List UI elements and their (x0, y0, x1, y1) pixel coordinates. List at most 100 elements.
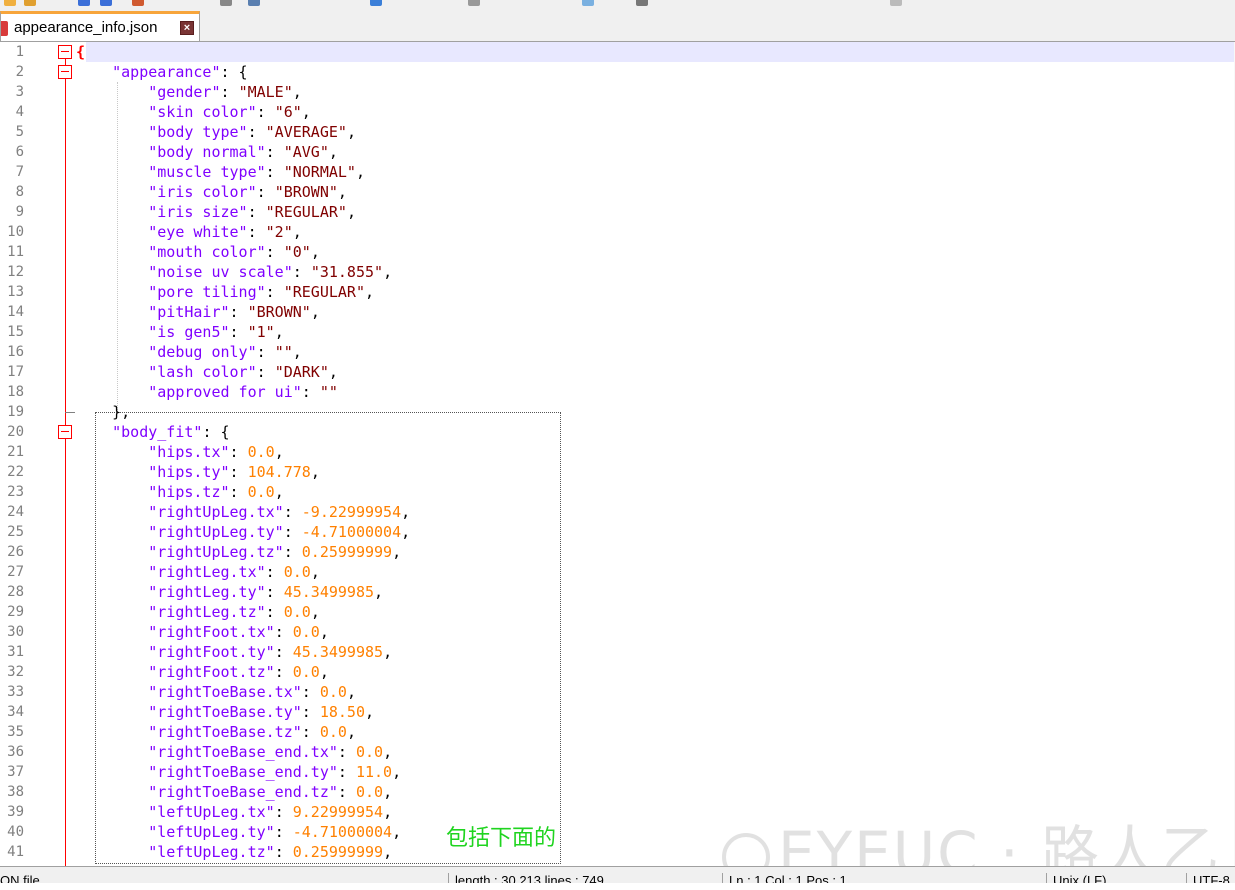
json-punct (76, 343, 148, 361)
code-line[interactable]: 9 "iris size": "REGULAR", (0, 202, 1235, 222)
code-line[interactable]: 34 "rightToeBase.ty": 18.50, (0, 702, 1235, 722)
code-line[interactable]: 28 "rightLeg.ty": 45.3499985, (0, 582, 1235, 602)
code-line[interactable]: 3 "gender": "MALE", (0, 82, 1235, 102)
code-line[interactable]: 19 }, (0, 402, 1235, 422)
json-punct (76, 63, 112, 81)
json-punct: , (346, 203, 356, 221)
code-line[interactable]: 15 "is gen5": "1", (0, 322, 1235, 342)
json-key: "rightFoot.tx" (148, 623, 275, 641)
json-string: "1" (247, 323, 275, 341)
open-file-icon[interactable] (24, 0, 36, 6)
code-line[interactable]: 26 "rightUpLeg.tz": 0.25999999, (0, 542, 1235, 562)
json-number: 45.3499985 (292, 643, 384, 661)
code-line[interactable]: 36 "rightToeBase_end.tx": 0.0, (0, 742, 1235, 762)
zoom-icon[interactable] (468, 0, 480, 6)
code-line[interactable]: 38 "rightToeBase_end.tz": 0.0, (0, 782, 1235, 802)
editor-area[interactable]: 1{2 "appearance": {3 "gender": "MALE", 4 … (0, 42, 1235, 866)
code-line[interactable]: 20 "body_fit": { (0, 422, 1235, 442)
line-number: 28 (7, 584, 24, 600)
code-line[interactable]: 1{ (0, 42, 1235, 62)
json-punct: , (310, 603, 320, 621)
json-key: "pitHair" (148, 303, 230, 321)
code-line[interactable]: 37 "rightToeBase_end.ty": 11.0, (0, 762, 1235, 782)
new-file-icon[interactable] (4, 0, 16, 6)
code-line[interactable]: 16 "debug only": "", (0, 342, 1235, 362)
wrap-icon[interactable] (582, 0, 594, 6)
json-punct (76, 263, 148, 281)
code-line[interactable]: 29 "rightLeg.tz": 0.0, (0, 602, 1235, 622)
code-line[interactable]: 35 "rightToeBase.tz": 0.0, (0, 722, 1235, 742)
code-line[interactable]: 2 "appearance": { (0, 62, 1235, 82)
save-icon[interactable] (78, 0, 90, 6)
code-line[interactable]: 8 "iris color": "BROWN", (0, 182, 1235, 202)
json-punct: , (319, 623, 329, 641)
code-line[interactable]: 4 "skin color": "6", (0, 102, 1235, 122)
print-icon[interactable] (220, 0, 232, 6)
json-punct: : (256, 363, 275, 381)
code-line[interactable]: 32 "rightFoot.tz": 0.0, (0, 662, 1235, 682)
close-file-icon[interactable] (132, 0, 144, 6)
line-number: 14 (7, 304, 24, 320)
code-line[interactable]: 21 "hips.tx": 0.0, (0, 442, 1235, 462)
json-key: "rightUpLeg.tz" (148, 543, 284, 561)
line-number: 7 (15, 164, 24, 180)
code-line[interactable]: 7 "muscle type": "NORMAL", (0, 162, 1235, 182)
json-punct (76, 843, 148, 861)
code-line[interactable]: 13 "pore tiling": "REGULAR", (0, 282, 1235, 302)
line-code: "skin color": "6", (76, 102, 311, 122)
json-key: "mouth color" (148, 243, 266, 261)
json-punct: , (328, 143, 338, 161)
code-line[interactable]: 24 "rightUpLeg.tx": -9.22999954, (0, 502, 1235, 522)
json-punct: : (337, 743, 356, 761)
line-code: "rightToeBase.tx": 0.0, (76, 682, 356, 702)
json-number: 0.0 (355, 783, 384, 801)
cut-icon[interactable] (248, 0, 260, 6)
json-punct: : (274, 643, 293, 661)
macro-icon[interactable] (636, 0, 648, 6)
code-line[interactable]: 10 "eye white": "2", (0, 222, 1235, 242)
code-line[interactable]: 30 "rightFoot.tx": 0.0, (0, 622, 1235, 642)
json-string: "REGULAR" (265, 203, 347, 221)
json-punct: , (383, 803, 393, 821)
code-line[interactable]: 25 "rightUpLeg.ty": -4.71000004, (0, 522, 1235, 542)
run-icon[interactable] (890, 0, 902, 6)
json-punct: : (301, 723, 320, 741)
code-line[interactable]: 31 "rightFoot.ty": 45.3499985, (0, 642, 1235, 662)
line-code: "rightLeg.tx": 0.0, (76, 562, 320, 582)
json-punct: : (265, 583, 284, 601)
code-line[interactable]: 33 "rightToeBase.tx": 0.0, (0, 682, 1235, 702)
line-number: 29 (7, 604, 24, 620)
find-icon[interactable] (370, 0, 382, 6)
code-line[interactable]: 14 "pitHair": "BROWN", (0, 302, 1235, 322)
code-line[interactable]: 5 "body type": "AVERAGE", (0, 122, 1235, 142)
line-code: "eye white": "2", (76, 222, 302, 242)
json-number: 0.0 (355, 743, 384, 761)
line-number: 2 (15, 64, 24, 80)
code-line[interactable]: 17 "lash color": "DARK", (0, 362, 1235, 382)
line-number: 18 (7, 384, 24, 400)
json-punct (76, 783, 148, 801)
json-key: "body_fit" (112, 423, 203, 441)
json-key: "pore tiling" (148, 283, 266, 301)
code-line[interactable]: 23 "hips.tz": 0.0, (0, 482, 1235, 502)
code-line[interactable]: 11 "mouth color": "0", (0, 242, 1235, 262)
json-string: "MALE" (238, 83, 293, 101)
line-code: "hips.tx": 0.0, (76, 442, 283, 462)
code-line[interactable]: 27 "rightLeg.tx": 0.0, (0, 562, 1235, 582)
json-punct: : (247, 203, 266, 221)
tab-appearance-info[interactable]: appearance_info.json × (0, 11, 200, 41)
json-punct (76, 823, 148, 841)
line-code: "rightToeBase_end.ty": 11.0, (76, 762, 401, 782)
json-key: "noise uv scale" (148, 263, 293, 281)
json-string: "0" (283, 243, 311, 261)
json-string: "BROWN" (274, 183, 338, 201)
json-number: 11.0 (355, 763, 393, 781)
code-line[interactable]: 12 "noise uv scale": "31.855", (0, 262, 1235, 282)
save-all-icon[interactable] (100, 0, 112, 6)
close-icon[interactable]: × (180, 21, 194, 35)
code-line[interactable]: 18 "approved for ui": "" (0, 382, 1235, 402)
code-line[interactable]: 22 "hips.ty": 104.778, (0, 462, 1235, 482)
json-punct: , (392, 823, 402, 841)
json-punct: : (283, 543, 302, 561)
code-line[interactable]: 6 "body normal": "AVG", (0, 142, 1235, 162)
